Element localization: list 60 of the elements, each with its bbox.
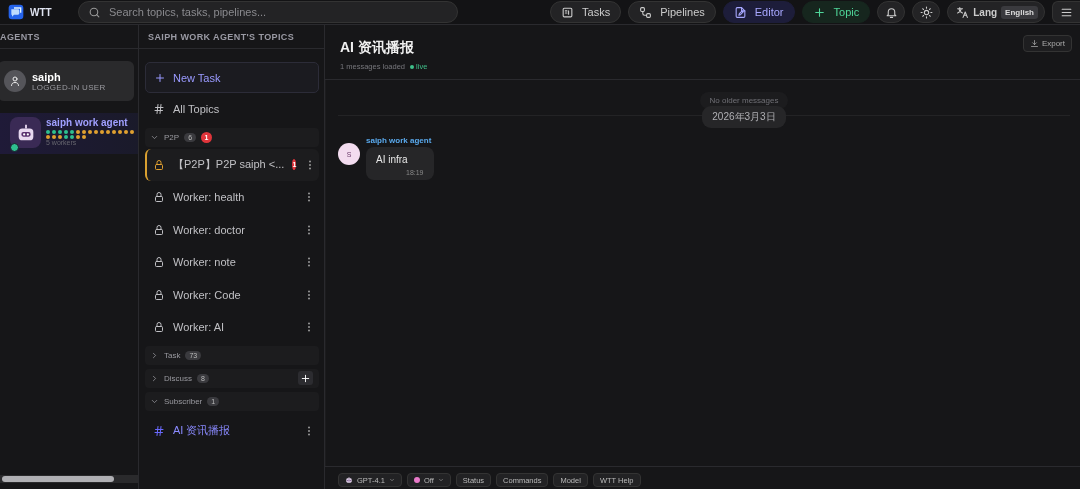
user-icon	[9, 75, 21, 87]
plus-icon	[812, 5, 826, 19]
theme-button[interactable]	[912, 1, 941, 23]
bell-icon	[884, 5, 898, 19]
chat-title: AI 资讯播报	[340, 39, 415, 57]
group-label: Subscriber	[164, 396, 203, 406]
group-label: Task	[164, 350, 181, 360]
editor-button[interactable]: Editor	[722, 1, 795, 23]
hash-icon	[153, 424, 165, 437]
group-label: P2P	[164, 132, 180, 142]
export-button[interactable]: Export	[1022, 35, 1072, 52]
lock-icon	[153, 256, 165, 269]
lock-icon	[153, 191, 165, 204]
message-text: AI infra	[376, 154, 409, 165]
sun-icon	[919, 5, 933, 19]
app-logo-icon	[8, 4, 24, 20]
topic-item[interactable]: Worker: health	[145, 181, 319, 214]
search-field[interactable]: Search topics, tasks, pipelines...	[78, 1, 458, 23]
lock-icon	[153, 158, 165, 171]
add-button[interactable]	[298, 371, 313, 385]
tasks-button[interactable]: Tasks	[550, 1, 622, 23]
menu-button[interactable]	[1052, 1, 1080, 23]
topic-item[interactable]: Worker: Code	[145, 278, 319, 311]
scrollbar[interactable]	[0, 475, 138, 483]
app-name: WTT	[30, 6, 52, 18]
caret-icon	[437, 477, 444, 483]
topic-item[interactable]: Worker: AI	[145, 311, 319, 344]
plus-icon	[154, 71, 166, 84]
date-divider: 2026年3月3日	[702, 106, 786, 128]
caret-icon	[388, 477, 395, 483]
sender-name: saiph work agent	[366, 136, 433, 145]
translate-icon	[956, 5, 970, 19]
lock-icon	[153, 288, 165, 301]
document-pen-icon	[733, 5, 747, 19]
topic-item[interactable]: Worker: doctor	[145, 213, 319, 246]
notifications-button[interactable]	[877, 1, 906, 23]
column-heading: AGENTS	[0, 25, 138, 49]
user-role: LOGGED-IN USER	[32, 82, 106, 92]
group-label: Discuss	[164, 373, 192, 383]
tasks-icon	[561, 5, 574, 19]
topic-item[interactable]: All Topics	[145, 93, 319, 126]
robot-icon	[345, 476, 353, 484]
download-icon	[1029, 39, 1039, 48]
language-button[interactable]: Lang English	[947, 1, 1045, 23]
user-card[interactable]: saiph LOGGED-IN USER	[0, 61, 134, 101]
topic-item[interactable]: Worker: note	[145, 246, 319, 279]
new-task-button[interactable]: New Task	[145, 62, 319, 93]
topic-item[interactable]: AI 资讯播报	[145, 412, 319, 449]
hash-icon	[153, 103, 165, 116]
agent-name: saiph work agent	[46, 117, 129, 128]
lock-icon	[153, 223, 165, 236]
plus-icon	[300, 372, 311, 384]
pipelines-icon	[639, 5, 653, 19]
user-name: saiph	[32, 70, 61, 83]
lock-icon	[153, 321, 165, 334]
search-icon	[88, 5, 101, 19]
column-heading: SAIPH WORK AGENT'S TOPICS	[139, 25, 324, 49]
language-value: English	[1001, 5, 1038, 19]
new-topic-button[interactable]: Topic	[801, 1, 871, 23]
pipelines-button[interactable]: Pipelines	[628, 1, 716, 23]
